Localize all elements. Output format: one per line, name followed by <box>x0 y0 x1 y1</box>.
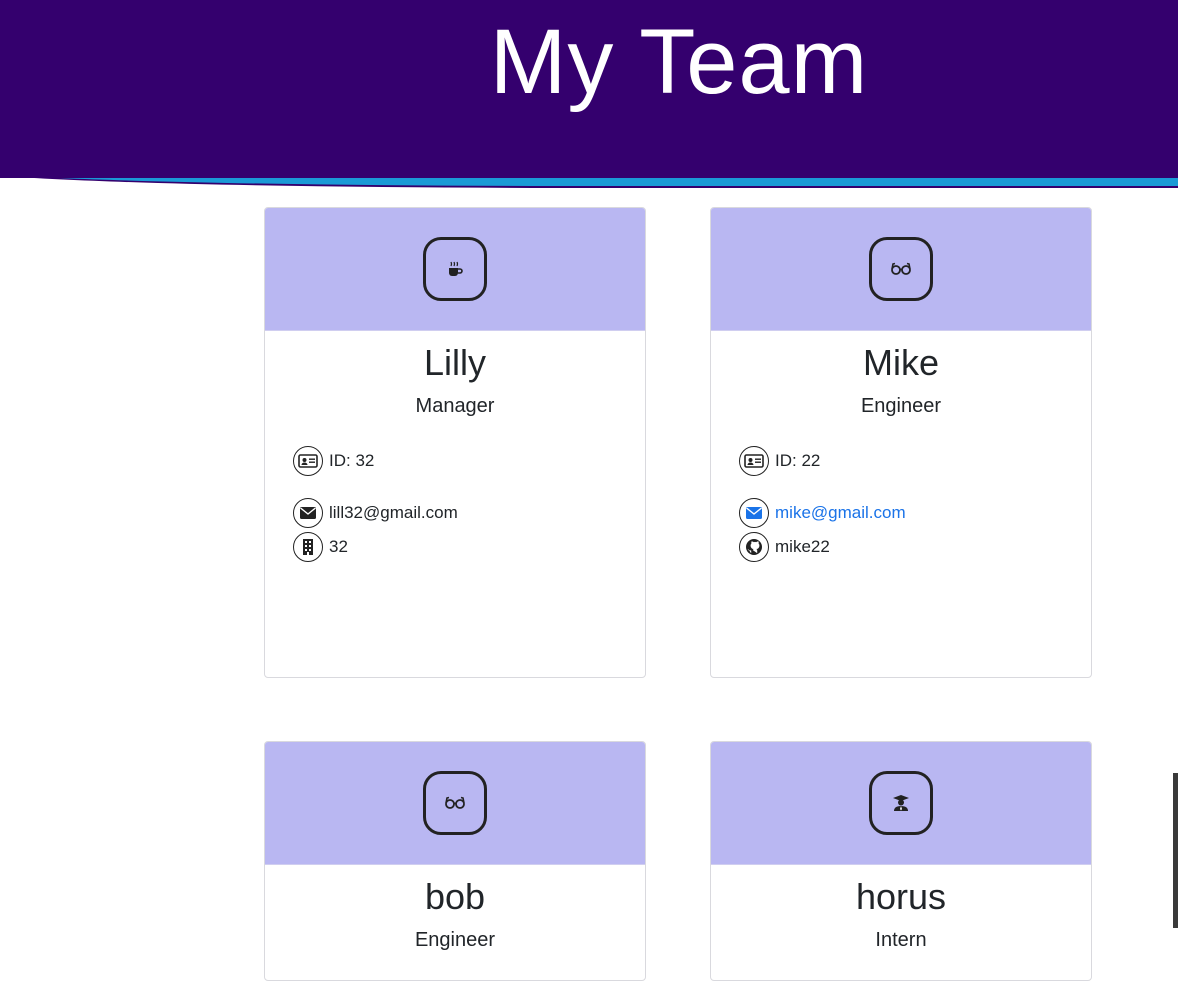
employee-name: Lilly <box>423 342 486 383</box>
employee-name: horus <box>855 876 947 917</box>
id-row: ID: 32 <box>293 444 645 478</box>
employee-role: Engineer <box>860 395 942 417</box>
card-header <box>711 742 1091 865</box>
employee-card: horus Intern <box>710 741 1092 981</box>
employee-role: Manager <box>415 395 495 417</box>
employee-name: bob <box>424 876 486 917</box>
github-username: mike22 <box>775 537 830 556</box>
employee-name: Mike <box>862 342 939 383</box>
employee-id: ID: 22 <box>775 451 821 470</box>
id-card-icon <box>293 446 323 476</box>
envelope-icon <box>293 498 323 528</box>
glasses-icon <box>891 262 911 275</box>
role-badge <box>423 237 487 301</box>
role-badge <box>869 771 933 835</box>
id-card-icon <box>739 446 769 476</box>
building-icon <box>293 532 323 562</box>
page-scrollbar[interactable] <box>1173 773 1178 928</box>
employee-card: Lilly Manager ID: 32 lill32@gmail.com 32 <box>264 207 646 678</box>
page-title: My Team <box>489 11 869 113</box>
role-badge <box>869 237 933 301</box>
card-header <box>265 742 645 865</box>
employee-card: Mike Engineer ID: 22 mike@gmail.com mike… <box>710 207 1092 678</box>
envelope-icon <box>739 498 769 528</box>
office-number: 32 <box>329 537 348 556</box>
role-badge <box>423 771 487 835</box>
employee-id: ID: 32 <box>329 451 375 470</box>
info-list: ID: 32 lill32@gmail.com 32 <box>293 444 645 564</box>
card-header <box>711 208 1091 331</box>
github-icon <box>739 532 769 562</box>
glasses-icon <box>445 796 465 809</box>
github-row: mike22 <box>739 530 1091 564</box>
email-row: mike@gmail.com <box>739 496 1091 530</box>
employee-role: Intern <box>875 929 927 951</box>
graduate-icon <box>893 795 909 811</box>
id-row: ID: 22 <box>739 444 1091 478</box>
employee-role: Engineer <box>414 929 496 951</box>
info-list: ID: 22 mike@gmail.com mike22 <box>739 444 1091 564</box>
office-row: 32 <box>293 530 645 564</box>
page-header: My Team <box>0 0 1178 190</box>
employee-email-link[interactable]: mike@gmail.com <box>775 503 906 523</box>
header-wave <box>0 170 1178 190</box>
coffee-icon <box>449 261 463 276</box>
employee-email: lill32@gmail.com <box>329 503 458 522</box>
email-row: lill32@gmail.com <box>293 496 645 530</box>
employee-card: bob Engineer <box>264 741 646 981</box>
card-header <box>265 208 645 331</box>
